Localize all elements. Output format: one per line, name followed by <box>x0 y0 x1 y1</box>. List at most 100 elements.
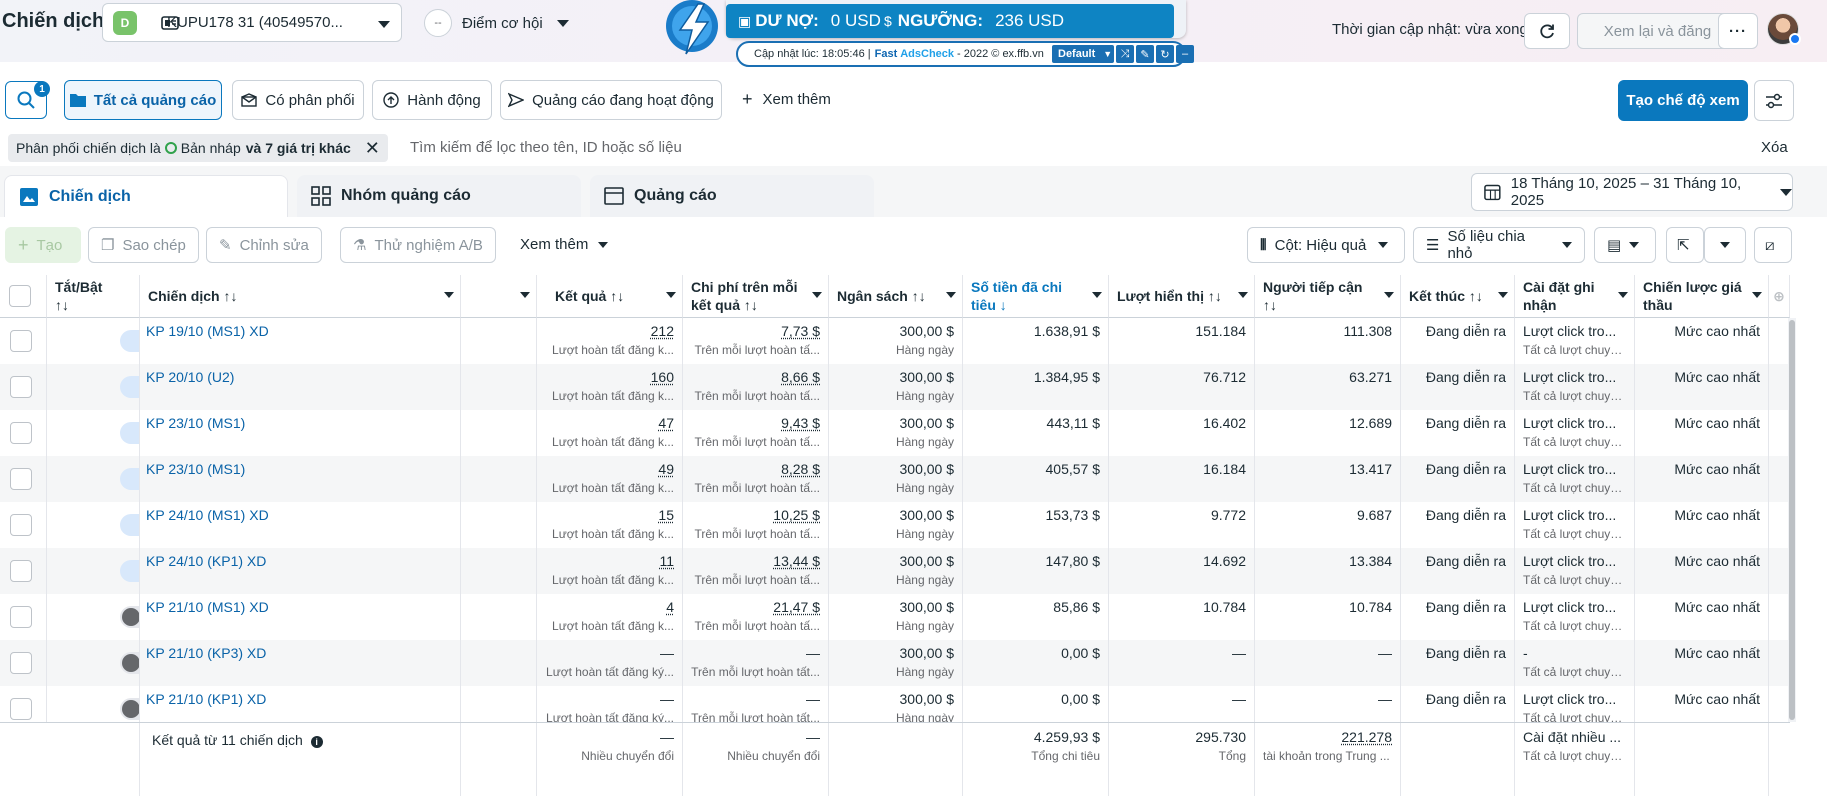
row-bid-value: Mức cao nhất <box>1643 553 1760 569</box>
header-cost-per-result[interactable]: Chi phí trên mỗi kết quả ↑↓ <box>683 275 829 318</box>
table-row[interactable]: KP 21/10 (KP3) XD — Lượt hoàn tất đăng ký.… <box>0 640 1790 686</box>
more-options-button[interactable]: ··· <box>1718 13 1758 49</box>
campaign-toggle[interactable] <box>120 606 140 628</box>
account-selector[interactable]: D KUPU178 31 (40549570... <box>102 3 402 42</box>
chevron-down-icon <box>598 242 608 248</box>
filter-has-delivery[interactable]: Có phân phối <box>232 80 364 120</box>
header-reach[interactable]: Người tiếp cận ↑↓ <box>1255 275 1401 318</box>
close-icon[interactable]: ✕ <box>365 138 380 159</box>
campaign-name-link[interactable]: KP 24/10 (KP1) XD <box>146 553 452 569</box>
table-row[interactable]: KP 20/10 (U2) 160 Lượt hoàn tất đăng k... 8… <box>0 364 1790 410</box>
campaign-name-link[interactable]: KP 23/10 (MS1) <box>146 461 452 477</box>
campaign-name-link[interactable]: KP 19/10 (MS1) XD <box>146 323 452 339</box>
ab-test-button[interactable]: ⚗ Thử nghiệm A/B <box>340 227 496 263</box>
columns-button[interactable]: ⦀ Cột: Hiệu quả <box>1247 227 1405 263</box>
row-checkbox[interactable] <box>10 560 32 582</box>
breakdown-button[interactable]: ☰ Số liệu chia nhỏ <box>1413 227 1585 263</box>
header-amount-spent[interactable]: Số tiền đã chi tiêu ↓ <box>963 275 1109 318</box>
extension-profile-select[interactable]: Default ▼ <box>1052 45 1114 63</box>
row-spent-value: 0,00 $ <box>971 645 1100 661</box>
table-row[interactable]: KP 19/10 (MS1) XD 212 Lượt hoàn tất đăng k… <box>0 318 1790 364</box>
filter-actions[interactable]: Hành động <box>372 80 492 120</box>
table-row[interactable]: KP 24/10 (KP1) XD 11 Lượt hoàn tất đăng k.… <box>0 548 1790 594</box>
table-row[interactable]: KP 24/10 (MS1) XD 15 Lượt hoàn tất đăng k.… <box>0 502 1790 548</box>
edit-button[interactable]: ✎ Chỉnh sửa <box>206 227 322 263</box>
refresh-icon[interactable]: ↻ <box>1156 45 1174 63</box>
row-checkbox[interactable] <box>10 422 32 444</box>
reports-button[interactable]: ▤ <box>1594 227 1656 263</box>
row-ends-value: Đang diễn ra <box>1409 553 1506 569</box>
campaign-name-link[interactable]: KP 23/10 (MS1) <box>146 415 452 431</box>
select-all-checkbox[interactable] <box>9 285 31 307</box>
see-more-filters[interactable]: + Xem thêm <box>742 91 831 108</box>
minimize-icon[interactable]: – <box>1176 45 1194 63</box>
row-checkbox[interactable] <box>10 330 32 352</box>
table-row[interactable]: KP 23/10 (MS1) 49 Lượt hoàn tất đăng k... 8… <box>0 456 1790 502</box>
header-campaign[interactable]: Chiến dịch ↑↓ <box>140 275 461 318</box>
table-row[interactable]: KP 23/10 (MS1) 47 Lượt hoàn tất đăng k... 9… <box>0 410 1790 456</box>
chevron-down-icon <box>1562 242 1572 248</box>
filter-all-ads[interactable]: Tất cả quảng cáo <box>64 80 222 120</box>
review-publish-button[interactable]: Xem lại và đăng <box>1577 13 1738 49</box>
header-attribution[interactable]: Cài đặt ghi nhận <box>1515 275 1635 318</box>
campaign-toggle[interactable] <box>120 698 140 720</box>
refresh-button[interactable] <box>1524 13 1570 49</box>
tab-adsets-label: Nhóm quảng cáo <box>341 187 471 205</box>
row-impr-cell: 10.784 <box>1109 594 1255 640</box>
header-budget[interactable]: Ngân sách ↑↓ <box>829 275 963 318</box>
row-attr-sub: Tất cả lượt chuyể... <box>1523 343 1626 357</box>
tab-campaigns[interactable]: Chiến dịch <box>4 175 288 217</box>
tab-adsets[interactable]: Nhóm quảng cáo <box>297 175 581 217</box>
campaign-toggle[interactable] <box>120 560 140 582</box>
row-checkbox[interactable] <box>10 514 32 536</box>
header-results[interactable]: Kết quả ↑↓ <box>537 275 683 318</box>
campaign-toggle[interactable] <box>120 376 140 398</box>
tab-ads[interactable]: Quảng cáo <box>590 175 874 217</box>
table-row[interactable]: KP 21/10 (MS1) XD 4 Lượt hoàn tất đăng k..… <box>0 594 1790 640</box>
row-checkbox[interactable] <box>10 698 32 720</box>
campaign-toggle[interactable] <box>120 422 140 444</box>
copy-icon: ❐ <box>101 236 114 254</box>
header-bid-strategy[interactable]: Chiến lược giá thầu <box>1635 275 1769 318</box>
date-range-picker[interactable]: 18 Tháng 10, 2025 – 31 Tháng 10, 2025 <box>1471 173 1793 211</box>
add-column-header[interactable]: ⊕ <box>1769 275 1790 318</box>
row-toggle-cell <box>47 410 140 456</box>
header-hidden[interactable] <box>461 275 537 318</box>
duplicate-button[interactable]: ❐ Sao chép <box>88 227 199 263</box>
shuffle-icon[interactable]: ⤨ <box>1116 45 1134 63</box>
clear-filters-button[interactable]: Xóa <box>1761 139 1788 156</box>
row-toggle-cell <box>47 548 140 594</box>
row-checkbox[interactable] <box>10 468 32 490</box>
campaign-name-link[interactable]: KP 21/10 (MS1) XD <box>146 599 452 615</box>
campaign-name-link[interactable]: KP 20/10 (U2) <box>146 369 452 385</box>
charts-button[interactable]: ⧄ <box>1754 227 1792 263</box>
campaign-toggle[interactable] <box>120 514 140 536</box>
campaign-toggle[interactable] <box>120 652 140 674</box>
filter-search-input[interactable]: Tìm kiếm để lọc theo tên, ID hoặc số liệ… <box>410 139 682 156</box>
filter-chip[interactable]: Phân phối chiến dịch là Bản nháp và 7 gi… <box>8 134 388 162</box>
export-options-button[interactable] <box>1704 227 1746 263</box>
campaign-toggle[interactable] <box>120 330 140 352</box>
view-settings-button[interactable] <box>1754 80 1794 121</box>
campaign-name-link[interactable]: KP 24/10 (MS1) XD <box>146 507 452 523</box>
row-checkbox[interactable] <box>10 652 32 674</box>
table-scrollbar-thumb[interactable] <box>1789 320 1795 720</box>
row-reach-value: 9.687 <box>1263 507 1392 523</box>
row-checkbox[interactable] <box>10 376 32 398</box>
header-results-label: Kết quả ↑↓ <box>555 287 624 305</box>
filter-active-ads[interactable]: Quảng cáo đang hoạt động <box>500 80 722 120</box>
create-button[interactable]: + Tạo <box>5 227 81 263</box>
header-impressions[interactable]: Lượt hiển thị ↑↓ <box>1109 275 1255 318</box>
opportunity-score[interactable]: -- Điểm cơ hội <box>424 9 569 37</box>
export-button[interactable]: ⇱ <box>1666 227 1704 263</box>
info-icon[interactable]: i <box>311 736 323 748</box>
create-view-button[interactable]: Tạo chế độ xem <box>1618 80 1748 121</box>
row-checkbox[interactable] <box>10 606 32 628</box>
header-toggle[interactable]: Tắt/Bật ↑↓ <box>47 275 140 318</box>
toolbar-see-more[interactable]: Xem thêm <box>520 236 608 253</box>
campaign-name-link[interactable]: KP 21/10 (KP3) XD <box>146 645 452 661</box>
edit-icon[interactable]: ✎ <box>1136 45 1154 63</box>
header-ends[interactable]: Kết thúc ↑↓ <box>1401 275 1515 318</box>
campaign-toggle[interactable] <box>120 468 140 490</box>
campaign-name-link[interactable]: KP 21/10 (KP1) XD <box>146 691 452 707</box>
